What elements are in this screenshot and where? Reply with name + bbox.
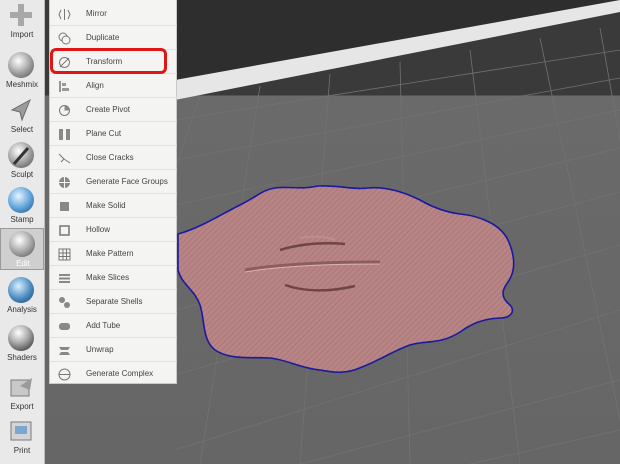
toolbar-export[interactable]: Export [0,372,44,416]
sculpt-icon [8,142,34,168]
toolbar-select[interactable]: Select [0,95,44,139]
toolbar-label: Select [10,125,34,134]
add-tube-icon [59,323,70,330]
menu-item-label: Close Cracks [86,153,134,162]
menu-item-create-pivot[interactable]: Create Pivot [50,99,177,122]
menu-item-align[interactable]: Align [50,75,177,98]
toolbar-sculpt[interactable]: Sculpt [0,140,44,184]
menu-item-make-pattern[interactable]: Make Pattern [50,243,177,266]
make-pattern-icon [58,248,71,261]
menu-item-transform[interactable]: Transform [50,51,177,74]
menu-item-label: Make Pattern [86,249,134,258]
toolbar-import[interactable]: Import [0,0,44,44]
toolbar-label: Edit [16,259,30,268]
close-cracks-icon [58,153,71,164]
shaders-icon [8,325,34,351]
meshmix-icon [8,52,34,78]
menu-item-make-slices[interactable]: Make Slices [50,267,177,290]
menu-item-label: Separate Shells [86,297,143,306]
menu-item-label: Align [86,81,104,90]
toolbar-stamp[interactable]: Stamp [0,185,44,229]
transform-icon [59,57,70,68]
main-toolbar: Import Meshmix Select Sculpt Stamp Edit … [0,0,45,464]
toolbar-label: Shaders [7,353,37,362]
duplicate-icon [58,32,71,45]
menu-item-generate-complex[interactable]: Generate Complex [50,363,177,386]
menu-item-label: Duplicate [86,33,120,42]
menu-item-label: Generate Face Groups [86,177,168,186]
toolbar-label: Import [10,30,34,39]
face-groups-icon [59,177,70,188]
toolbar-shaders[interactable]: Shaders [0,323,44,367]
menu-item-close-cracks[interactable]: Close Cracks [50,147,177,170]
menu-item-generate-face-groups[interactable]: Generate Face Groups [50,171,177,194]
menu-item-unwrap[interactable]: Unwrap [50,339,177,362]
pivot-icon [59,105,70,116]
menu-item-label: Make Solid [86,201,126,210]
menu-item-plane-cut[interactable]: Plane Cut [50,123,177,146]
toolbar-analysis[interactable]: Analysis [0,275,44,319]
menu-item-mirror[interactable]: Mirror [50,3,177,26]
toolbar-label: Print [13,446,31,455]
menu-item-label: Generate Complex [86,369,154,378]
mesh-model [177,185,515,374]
menu-item-hollow[interactable]: Hollow [50,219,177,242]
make-solid-icon [60,202,69,211]
print-icon [8,418,34,444]
toolbar-label: Export [10,402,34,411]
menu-item-duplicate[interactable]: Duplicate [50,27,177,50]
menu-item-label: Unwrap [86,345,114,354]
toolbar-label: Sculpt [10,170,34,179]
menu-item-label: Hollow [86,225,111,234]
menu-item-add-tube[interactable]: Add Tube [50,315,177,338]
toolbar-label: Stamp [10,215,34,224]
toolbar-meshmix[interactable]: Meshmix [0,50,44,94]
generate-complex-icon [58,368,71,381]
edit-icon [9,231,35,257]
toolbar-print[interactable]: Print [0,416,44,460]
menu-item-label: Make Slices [86,273,130,282]
menu-item-separate-shells[interactable]: Separate Shells [50,291,177,314]
menu-item-label: Add Tube [86,321,121,330]
menu-item-label: Plane Cut [86,129,122,138]
unwrap-icon [59,347,70,355]
edit-menu: Mirror Duplicate Transform Align Create … [49,0,177,384]
menu-item-label: Create Pivot [86,105,131,114]
select-icon [8,97,34,123]
menu-item-label: Mirror [86,9,107,18]
plane-cut-icon [59,129,70,140]
mirror-icon [58,9,71,20]
menu-item-label: Transform [86,57,123,66]
align-icon [59,81,69,92]
stamp-icon [8,187,34,213]
hollow-icon [59,225,70,236]
make-slices-icon [59,274,70,283]
toolbar-label: Meshmix [5,80,38,89]
import-icon [8,2,34,28]
analysis-icon [8,277,34,303]
separate-shells-icon [59,297,70,308]
export-icon [8,374,34,400]
toolbar-edit[interactable]: Edit [0,228,44,270]
toolbar-label: Analysis [7,305,37,314]
menu-item-make-solid[interactable]: Make Solid [50,195,177,218]
